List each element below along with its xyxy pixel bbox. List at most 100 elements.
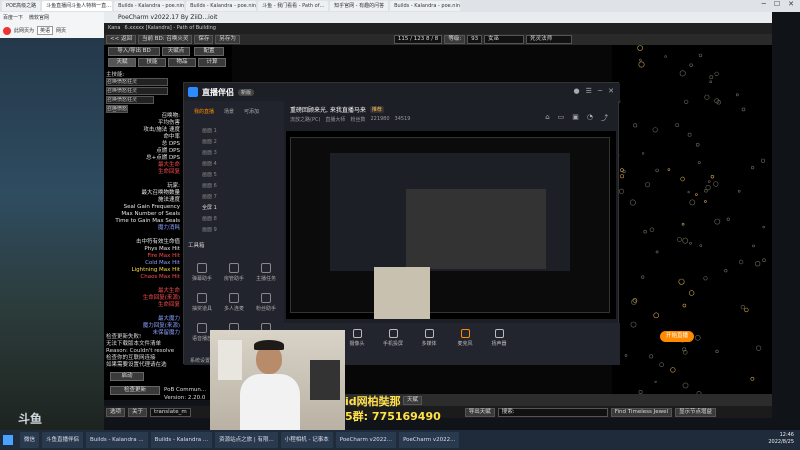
taskbar-item[interactable]: 资源站点之旅 | 有限... [215, 432, 278, 448]
scene-item[interactable]: 画面 7 [188, 193, 278, 202]
tree-node[interactable] [761, 158, 766, 163]
windows-start-icon[interactable] [3, 435, 13, 445]
start-live-button[interactable]: 开始直播 [660, 331, 694, 342]
tree-node[interactable] [659, 362, 664, 368]
tree-node[interactable] [704, 200, 707, 203]
browser-tab[interactable]: 斗鱼 - 我门看看 - Path of… [258, 1, 329, 11]
tool-button[interactable]: 抽奖道具 [188, 291, 216, 315]
tool-button[interactable]: 弹幕助手 [188, 261, 216, 285]
tree-node[interactable] [762, 258, 766, 262]
tree-tab[interactable]: 天赋 [108, 58, 136, 67]
find-timeless-jewel-button[interactable]: Find Timeless Jewel [610, 407, 673, 417]
tree-node[interactable] [643, 230, 647, 234]
tool-button[interactable]: 房管助手 [220, 261, 248, 285]
camera-button[interactable]: 摄像头 [344, 329, 370, 347]
skills-tab[interactable]: 技能 [138, 58, 166, 67]
tree-node[interactable] [714, 71, 719, 76]
tree-node[interactable] [726, 217, 730, 221]
taskbar-item[interactable]: Builds - Kalandra ... [150, 432, 213, 448]
tree-node[interactable] [697, 161, 701, 165]
tree-node[interactable] [675, 123, 680, 128]
translate-page-button[interactable]: 网页 [56, 27, 66, 34]
gift-icon[interactable]: ⌂ [545, 113, 549, 123]
scene-item[interactable]: 画面 6 [188, 182, 278, 191]
tree-node[interactable] [638, 58, 642, 62]
tree-node[interactable] [713, 181, 719, 187]
options-button[interactable]: 选项 [106, 407, 126, 417]
main-skill-select[interactable]: 召唤愤怒狂灵 [106, 105, 128, 113]
tree-node[interactable] [645, 182, 651, 188]
tree-node[interactable] [637, 45, 643, 51]
tree-node[interactable] [618, 188, 624, 194]
class-select[interactable]: 女巫 [484, 35, 525, 44]
show-node-power-button[interactable]: 显示节点增益 [675, 407, 717, 417]
close-icon[interactable]: ✕ [788, 0, 794, 12]
launch-button[interactable]: 启动 [110, 372, 144, 381]
tree-node[interactable] [741, 107, 746, 112]
tree-node[interactable] [653, 312, 660, 319]
tree-node[interactable] [654, 380, 657, 383]
doc-tab[interactable]: Kana [108, 23, 121, 34]
tree-search-input[interactable]: 搜索: [497, 407, 608, 417]
taskbar-item[interactable]: PoeCharm v2022... [399, 432, 460, 448]
bookmark[interactable]: 微软官网 [29, 14, 49, 21]
tree-node[interactable] [682, 303, 687, 308]
tree-node[interactable] [624, 354, 628, 357]
tree-node[interactable] [752, 244, 755, 248]
tree-node[interactable] [707, 180, 711, 183]
tree-node[interactable] [649, 354, 654, 359]
tree-node[interactable] [687, 132, 692, 137]
tree-node[interactable] [684, 99, 689, 104]
items-tab[interactable]: 物品 [168, 58, 196, 67]
tree-node[interactable] [655, 168, 659, 173]
scene-item[interactable]: 画面 5 [188, 171, 278, 180]
tree-node[interactable] [737, 189, 741, 193]
notes-button[interactable]: 天赋点 [162, 47, 190, 56]
taskbar-item[interactable]: 小程相机 - 记事本 [280, 432, 333, 448]
check-update-button[interactable]: 检查更新 [110, 386, 160, 395]
tree-node[interactable] [715, 349, 719, 354]
scene-item[interactable]: 画面 3 [188, 149, 278, 158]
tree-node[interactable] [641, 275, 645, 279]
bookmark[interactable]: 百度一下 [3, 14, 23, 21]
tree-node[interactable] [751, 165, 755, 170]
tree-node[interactable] [652, 127, 658, 133]
tree-node[interactable] [762, 225, 765, 229]
level-input[interactable]: 93 [467, 35, 483, 44]
microphone-button[interactable]: 麦克风 [452, 329, 478, 347]
passive-tree-canvas[interactable] [612, 45, 772, 400]
stream-preview[interactable] [286, 131, 616, 319]
minimize-icon[interactable]: ─ [598, 87, 602, 95]
phone-cast-button[interactable]: 手机投屏 [380, 329, 406, 347]
tree-node[interactable] [705, 185, 711, 191]
tree-node[interactable] [744, 307, 749, 313]
tree-node[interactable] [695, 142, 700, 147]
tool-button[interactable]: 粉丝助手 [252, 291, 280, 315]
taskbar-item[interactable]: PoeCharm v2022... [335, 432, 397, 448]
tree-node[interactable] [632, 298, 638, 303]
browser-tab[interactable]: Builds - Kalandra - poe.ninja [390, 1, 461, 11]
main-skill-select[interactable]: 召唤愤怒狂灵 [106, 96, 154, 104]
tree-node[interactable] [756, 345, 762, 351]
tree-node[interactable] [655, 250, 659, 254]
tree-node[interactable] [620, 168, 624, 172]
import-export-button[interactable]: 导入/导出 BD [108, 47, 160, 56]
tree-node[interactable] [689, 242, 692, 245]
tree-node[interactable] [678, 278, 685, 285]
ascendancy-select[interactable]: 死灵法师 [526, 35, 573, 44]
scene-item[interactable]: 全屏 1 [188, 204, 278, 213]
tree-node[interactable] [620, 174, 625, 179]
menu-icon[interactable]: ☰ [586, 87, 592, 95]
tree-node[interactable] [638, 61, 645, 68]
translate-select[interactable]: translate_m [150, 407, 191, 417]
back-button[interactable]: << 返回 [106, 35, 136, 44]
tree-node[interactable] [699, 244, 703, 247]
speaker-button[interactable]: 扬声器 [486, 329, 512, 347]
tree-node[interactable] [709, 75, 714, 80]
scene-item[interactable]: 画面 1 [188, 127, 278, 136]
tree-node[interactable] [680, 176, 685, 182]
tool-button[interactable]: 多人连麦 [220, 291, 248, 315]
live-title[interactable]: 重磅回顾来光, 来我直播马来 [290, 105, 366, 114]
tree-node[interactable] [710, 175, 715, 179]
tree-node[interactable] [695, 193, 698, 196]
